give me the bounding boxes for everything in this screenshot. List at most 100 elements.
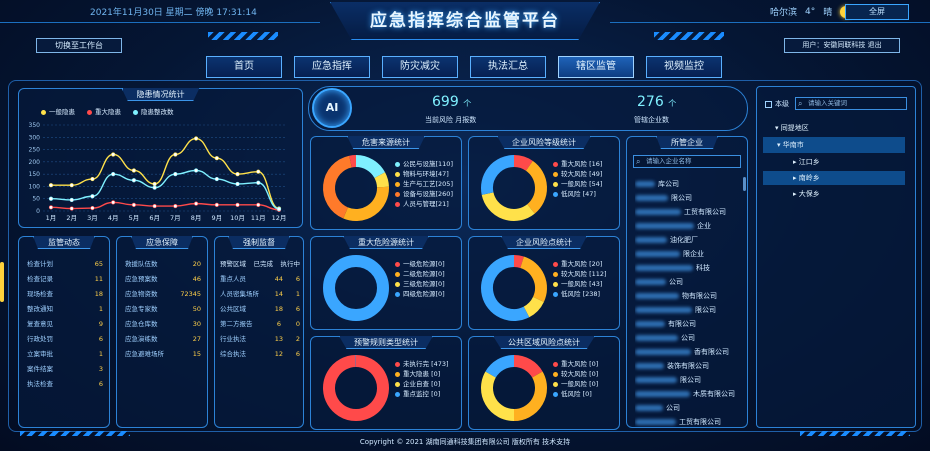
redacted-text xyxy=(635,363,664,369)
donut-legend-item: 较大风险 [0] xyxy=(553,369,598,379)
nav-tab-video[interactable]: 视频监控 xyxy=(646,56,722,78)
donut-legend-item: 设备与设施[260] xyxy=(395,189,453,199)
company-list-item[interactable]: 企业 xyxy=(635,219,739,233)
company-list-item[interactable]: 香有限公司 xyxy=(635,345,739,359)
emergency-table: 救援队伍数 20 应急预案数 46 应急物资数 72345 应急专家数 50 应急仓库数 30 应急… xyxy=(125,257,201,362)
company-list-item[interactable]: 限公司 xyxy=(635,373,739,387)
company-search-input[interactable]: ⌕ 请输入企业名称 xyxy=(633,155,741,168)
y-tick-label: 50 xyxy=(32,196,40,203)
data-point xyxy=(235,172,240,177)
table-value-b: 6 xyxy=(295,350,300,358)
company-list-item[interactable]: 工贸有限公司 xyxy=(635,415,739,429)
legend-label: 重点监控 [0] xyxy=(403,390,441,398)
tree-level1[interactable]: ▾ 华南市 xyxy=(763,137,905,153)
table-value: 6 xyxy=(98,335,103,343)
table-value-b: 2 xyxy=(295,335,300,343)
table-value: 46 xyxy=(192,275,201,283)
legend-dot xyxy=(395,361,400,367)
table-value: 3 xyxy=(98,365,103,373)
donut-panel-title: 企业风险点统计 xyxy=(501,236,587,249)
company-list-item[interactable]: 库公司 xyxy=(635,177,739,191)
table-value: 65 xyxy=(94,260,103,268)
tree-child-2[interactable]: ▸ 南岭乡 xyxy=(763,171,905,185)
nav-tab-disaster[interactable]: 防灾减灾 xyxy=(382,56,458,78)
company-list: 库公司 限公司 工贸有限公司 企业 油化肥厂 限企业 科技 公司 物有限公司 限公司 有限公司 公司香… xyxy=(635,177,739,429)
legend-dot xyxy=(553,181,558,187)
donut-legend-item: 二级危险源[0] xyxy=(395,269,445,279)
company-list-item[interactable]: 限企业 xyxy=(635,247,739,261)
company-list-item[interactable]: 木质有限公司 xyxy=(635,387,739,401)
donut-legend-item: 重点监控 [0] xyxy=(395,389,449,399)
legend-item-major: 重大隐患 xyxy=(87,107,121,117)
donut-panel-title: 企业风险等级统计 xyxy=(497,136,591,149)
legend-dot xyxy=(553,171,558,177)
company-list-item[interactable]: 限公司 xyxy=(635,303,739,317)
table-value: 6 xyxy=(98,380,103,388)
side-handle[interactable] xyxy=(0,262,4,302)
donut-panel: 公共区域风险点统计 重大风险 [0] 较大风险 [0] 一般风险 [0] 低风险 [0] xyxy=(468,336,620,430)
legend-dot xyxy=(395,391,400,397)
region-checkbox[interactable]: 本级 xyxy=(765,99,789,109)
table-row: 应急仓库数 30 xyxy=(125,317,201,332)
redacted-text xyxy=(635,405,663,411)
company-list-item[interactable]: 公司 xyxy=(635,275,739,289)
switch-workbench-button[interactable]: 切换至工作台 xyxy=(36,38,122,53)
table-value-a: 18 xyxy=(274,305,284,313)
tree-root[interactable]: ▾ 同提地区 xyxy=(775,123,809,133)
donut-legend-item: 一级危险源[0] xyxy=(395,259,445,269)
donut-chart xyxy=(323,355,389,421)
risk-control-table: 预警区域 已完成 执行中 重点人员 44 6 人员密集场所 14 1 公共区域 18 6 第二方报告 6 0… xyxy=(220,257,300,362)
region-search-input[interactable]: ⌕ 请输入关键词 xyxy=(795,97,907,110)
donut-chart xyxy=(481,355,547,421)
nav-tab-command[interactable]: 应急指挥 xyxy=(294,56,370,78)
company-list-item[interactable]: 限公司 xyxy=(635,191,739,205)
table-value: 30 xyxy=(192,320,201,328)
company-list-item[interactable]: 科技 xyxy=(635,261,739,275)
table-value: 9 xyxy=(98,320,103,328)
company-list-item[interactable]: 公司 xyxy=(635,401,739,415)
data-point xyxy=(48,183,54,188)
series-line xyxy=(50,169,280,210)
page-title: 应急指挥综合监管平台 xyxy=(330,2,600,40)
company-scrollbar[interactable] xyxy=(743,177,746,191)
legend-item-fixed: 隐患整改数 xyxy=(133,107,174,117)
donut-legend-item: 较大风险 [112] xyxy=(553,269,607,279)
data-point xyxy=(173,172,178,177)
table-label: 检查计划 xyxy=(27,260,53,268)
dashboard-page: 2021年11月30日 星期二 傍晚 17:31:14 应急指挥综合监管平台 哈… xyxy=(0,0,930,451)
table-value-b: 6 xyxy=(295,275,300,283)
x-tick-label: 11月 xyxy=(251,214,266,222)
company-list-item[interactable]: 装饰有限公司 xyxy=(635,359,739,373)
x-tick-label: 3月 xyxy=(87,214,98,222)
company-list-item[interactable]: 公司 xyxy=(635,331,739,345)
tree-child-3[interactable]: ▸ 大保乡 xyxy=(763,187,905,201)
company-list-item[interactable]: 油化肥厂 xyxy=(635,233,739,247)
table-label: 执法检查 xyxy=(27,380,53,388)
checkbox-box[interactable] xyxy=(765,100,772,108)
donut-slice xyxy=(519,256,547,302)
donut-slice xyxy=(513,355,543,378)
nav-tab-home[interactable]: 首页 xyxy=(206,56,282,78)
header-stripe-right xyxy=(654,32,724,40)
tree-child-1[interactable]: ▸ 江口乡 xyxy=(763,155,905,169)
fullscreen-button[interactable]: 全屏 xyxy=(845,4,909,20)
company-list-item[interactable]: 物有限公司 xyxy=(635,289,739,303)
legend-label: 企业自查 [0] xyxy=(403,380,441,388)
nav-tab-region[interactable]: 辖区监管 xyxy=(558,56,634,78)
donut-legend-item: 重大风险 [0] xyxy=(553,359,598,369)
data-point xyxy=(69,206,74,211)
table-row: 检查记录 11 xyxy=(27,272,103,287)
table-row: 现场检查 18 xyxy=(27,287,103,302)
donut-slice xyxy=(485,355,515,378)
data-point xyxy=(235,202,240,207)
user-info[interactable]: 用户：安徽同联科技 退出 xyxy=(784,38,900,53)
temperature-text: 4° xyxy=(805,6,816,17)
supervision-panel: 监管动态 检查计划 65 检查记录 11 现场检查 18 整改通知 1 复查意见 9 行政处罚 6 立案… xyxy=(18,236,110,428)
company-list-item[interactable]: 工贸有限公司 xyxy=(635,205,739,219)
tree-child-label-1: 江口乡 xyxy=(798,158,820,166)
hazard-chart-panel: 隐患情况统计 一般隐患 重大隐患 隐患整改数 0 50 100 150 200 250 30… xyxy=(18,88,303,228)
table-label: 公共区域 xyxy=(220,305,246,313)
donut-slice xyxy=(349,155,357,168)
company-list-item[interactable]: 有限公司 xyxy=(635,317,739,331)
nav-tab-enforcement[interactable]: 执法汇总 xyxy=(470,56,546,78)
